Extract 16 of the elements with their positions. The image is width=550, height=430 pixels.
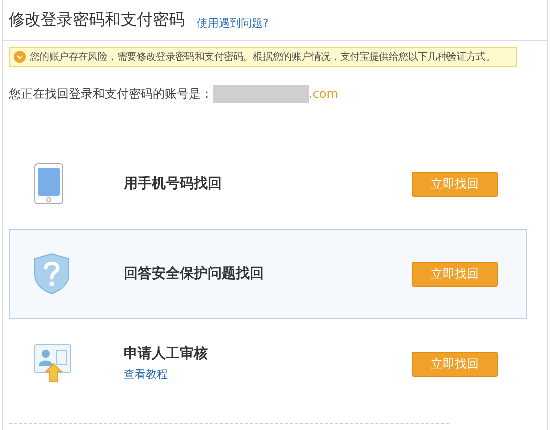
recover-button[interactable]: 立即找回 bbox=[412, 262, 498, 286]
account-label: 您正在找回登录和支付密码的账号是： bbox=[9, 86, 213, 103]
notice-text: 您的账户存在风险，需要修改登录密码和支付密码。根据您的账户情况，支付宝提供给您以下几种验证方式。 bbox=[30, 50, 496, 64]
option-title: 回答安全保护问题找回 bbox=[124, 264, 265, 284]
tutorial-link[interactable]: 查看教程 bbox=[124, 367, 412, 384]
id-card-upload-icon bbox=[34, 344, 72, 384]
recover-button[interactable]: 立即找回 bbox=[412, 172, 498, 196]
help-link[interactable]: 使用遇到问题? bbox=[197, 16, 269, 32]
phone-icon bbox=[34, 163, 64, 205]
option-title: 用手机号码找回 bbox=[124, 174, 223, 194]
recover-button[interactable]: 立即找回 bbox=[412, 352, 498, 376]
shield-question-icon bbox=[34, 253, 70, 295]
page-title: 修改登录密码和支付密码 bbox=[9, 9, 185, 31]
account-suffix: .com bbox=[309, 86, 338, 103]
warning-icon bbox=[14, 51, 26, 63]
option-title: 申请人工审核 bbox=[124, 344, 209, 364]
